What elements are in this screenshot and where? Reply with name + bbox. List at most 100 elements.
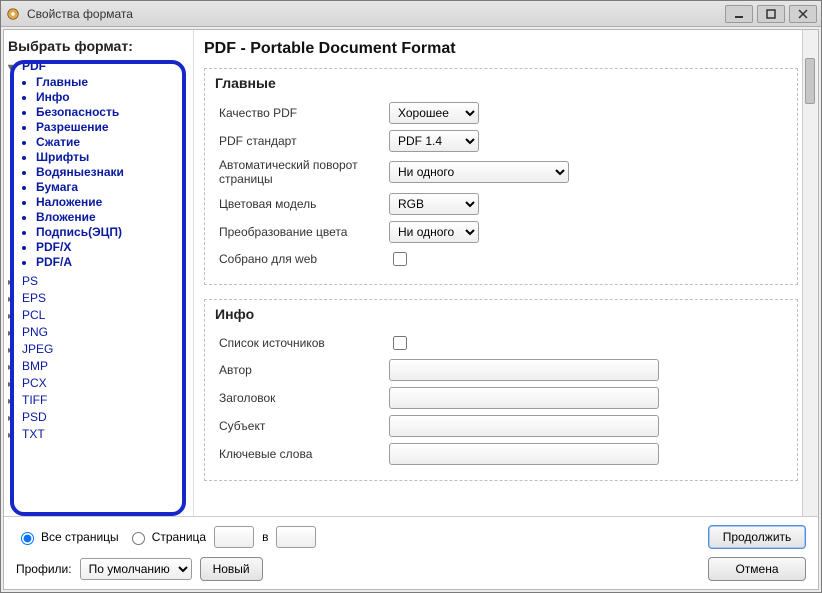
input-doctitle[interactable]: [389, 387, 659, 409]
select-standard[interactable]: PDF 1.4: [389, 130, 479, 152]
sidebar-item-tiff[interactable]: ▸ TIFF: [8, 392, 189, 408]
scrollbar-vertical[interactable]: [802, 30, 818, 516]
sidebar-item-label: TXT: [22, 427, 45, 441]
sidebar-sub-sign[interactable]: Подпись(ЭЦП): [36, 225, 189, 239]
radio-page[interactable]: [132, 532, 145, 545]
continue-button[interactable]: Продолжить: [708, 525, 806, 549]
input-subject[interactable]: [389, 415, 659, 437]
select-autorotate[interactable]: Ни одного: [389, 161, 569, 183]
group-info: Инфо Список источников Автор Заголовок: [204, 299, 798, 481]
chevron-right-icon: ▸: [8, 345, 18, 356]
sidebar-item-label: EPS: [22, 291, 46, 305]
select-colormodel[interactable]: RGB: [389, 193, 479, 215]
radio-all-pages-wrap[interactable]: Все страницы: [16, 529, 119, 545]
sidebar-sub-fonts[interactable]: Шрифты: [36, 150, 189, 164]
chevron-right-icon: ▸: [8, 379, 18, 390]
sidebar-item-ps[interactable]: ▸ PS: [8, 273, 189, 289]
maximize-button[interactable]: [757, 5, 785, 23]
chevron-right-icon: ▸: [8, 413, 18, 424]
profiles-label: Профили:: [16, 562, 72, 576]
group-info-title: Инфо: [205, 300, 797, 330]
main-panel: PDF - Portable Document Format Главные К…: [194, 30, 818, 516]
sidebar-header: Выбрать формат:: [8, 38, 189, 54]
chevron-right-icon: ▸: [8, 396, 18, 407]
window-title: Свойства формата: [27, 7, 725, 21]
label-webcollect: Собрано для web: [219, 252, 389, 266]
input-author[interactable]: [389, 359, 659, 381]
select-quality[interactable]: Хорошее: [389, 102, 479, 124]
group-main: Главные Качество PDF Хорошее PDF стандар…: [204, 68, 798, 285]
sidebar-sub-attach[interactable]: Вложение: [36, 210, 189, 224]
chevron-right-icon: ▸: [8, 294, 18, 305]
input-page-to[interactable]: [276, 526, 316, 548]
check-sources[interactable]: [393, 336, 407, 350]
radio-all-pages-label: Все страницы: [41, 530, 119, 544]
input-page-from[interactable]: [214, 526, 254, 548]
sidebar-item-png[interactable]: ▸ PNG: [8, 324, 189, 340]
label-colorconv: Преобразование цвета: [219, 225, 389, 239]
window: Свойства формата Выбрать формат: ▾ PDF: [0, 0, 822, 593]
sidebar-sub-overlay[interactable]: Наложение: [36, 195, 189, 209]
sidebar-sub-paper[interactable]: Бумага: [36, 180, 189, 194]
sidebar-item-pcx[interactable]: ▸ PCX: [8, 375, 189, 391]
page-separator: в: [262, 530, 268, 544]
sidebar-item-txt[interactable]: ▸ TXT: [8, 426, 189, 442]
sidebar-item-label: BMP: [22, 359, 48, 373]
sidebar-item-jpeg[interactable]: ▸ JPEG: [8, 341, 189, 357]
sidebar-sub-compress[interactable]: Сжатие: [36, 135, 189, 149]
check-webcollect[interactable]: [393, 252, 407, 266]
sidebar-sub-pdfa[interactable]: PDF/A: [36, 255, 189, 269]
label-standard: PDF стандарт: [219, 134, 389, 148]
input-keywords[interactable]: [389, 443, 659, 465]
chevron-right-icon: ▸: [8, 430, 18, 441]
label-quality: Качество PDF: [219, 106, 389, 120]
sidebar-item-label: TIFF: [22, 393, 47, 407]
radio-all-pages[interactable]: [21, 532, 34, 545]
sidebar-item-pdf[interactable]: ▾ PDF: [8, 58, 189, 74]
sidebar-item-pcl[interactable]: ▸ PCL: [8, 307, 189, 323]
sidebar-item-label: PS: [22, 274, 38, 288]
client-area: Выбрать формат: ▾ PDF Главные Инфо Безоп…: [3, 29, 819, 590]
sidebar-item-bmp[interactable]: ▸ BMP: [8, 358, 189, 374]
bottom-bar: Все страницы Страница в Продолжить Профи…: [4, 516, 818, 589]
chevron-right-icon: ▸: [8, 277, 18, 288]
app-icon: [5, 6, 21, 22]
close-button[interactable]: [789, 5, 817, 23]
sidebar-item-label: PCX: [22, 376, 47, 390]
sidebar-item-psd[interactable]: ▸ PSD: [8, 409, 189, 425]
chevron-right-icon: ▸: [8, 328, 18, 339]
sidebar: Выбрать формат: ▾ PDF Главные Инфо Безоп…: [4, 30, 194, 516]
sidebar-item-label: JPEG: [22, 342, 53, 356]
sidebar-item-label: PSD: [22, 410, 47, 424]
sidebar-sub-security[interactable]: Безопасность: [36, 105, 189, 119]
new-profile-button[interactable]: Новый: [200, 557, 263, 581]
label-doctitle: Заголовок: [219, 391, 389, 405]
sidebar-item-label: PCL: [22, 308, 45, 322]
chevron-right-icon: ▸: [8, 362, 18, 373]
sidebar-sub-resolution[interactable]: Разрешение: [36, 120, 189, 134]
label-author: Автор: [219, 363, 389, 377]
select-colorconv[interactable]: Ни одного: [389, 221, 479, 243]
minimize-button[interactable]: [725, 5, 753, 23]
radio-page-wrap[interactable]: Страница: [127, 529, 206, 545]
label-colormodel: Цветовая модель: [219, 197, 389, 211]
sidebar-sub-main[interactable]: Главные: [36, 75, 189, 89]
page-title: PDF - Portable Document Format: [204, 40, 798, 58]
cancel-button[interactable]: Отмена: [708, 557, 806, 581]
label-autorotate: Автоматический поворот страницы: [219, 158, 389, 187]
sidebar-sub-pdfx[interactable]: PDF/X: [36, 240, 189, 254]
sidebar-sub-watermark[interactable]: Водяныезнаки: [36, 165, 189, 179]
sidebar-item-label: PNG: [22, 325, 48, 339]
sidebar-item-label: PDF: [22, 59, 46, 73]
select-profile[interactable]: По умолчанию: [80, 558, 192, 580]
label-sources: Список источников: [219, 336, 389, 350]
radio-page-label: Страница: [152, 530, 206, 544]
group-main-title: Главные: [205, 69, 797, 99]
titlebar: Свойства формата: [1, 1, 821, 27]
label-subject: Субъект: [219, 419, 389, 433]
label-keywords: Ключевые слова: [219, 447, 389, 461]
chevron-right-icon: ▸: [8, 311, 18, 322]
sidebar-item-eps[interactable]: ▸ EPS: [8, 290, 189, 306]
scrollbar-thumb[interactable]: [805, 58, 815, 104]
sidebar-sub-info[interactable]: Инфо: [36, 90, 189, 104]
